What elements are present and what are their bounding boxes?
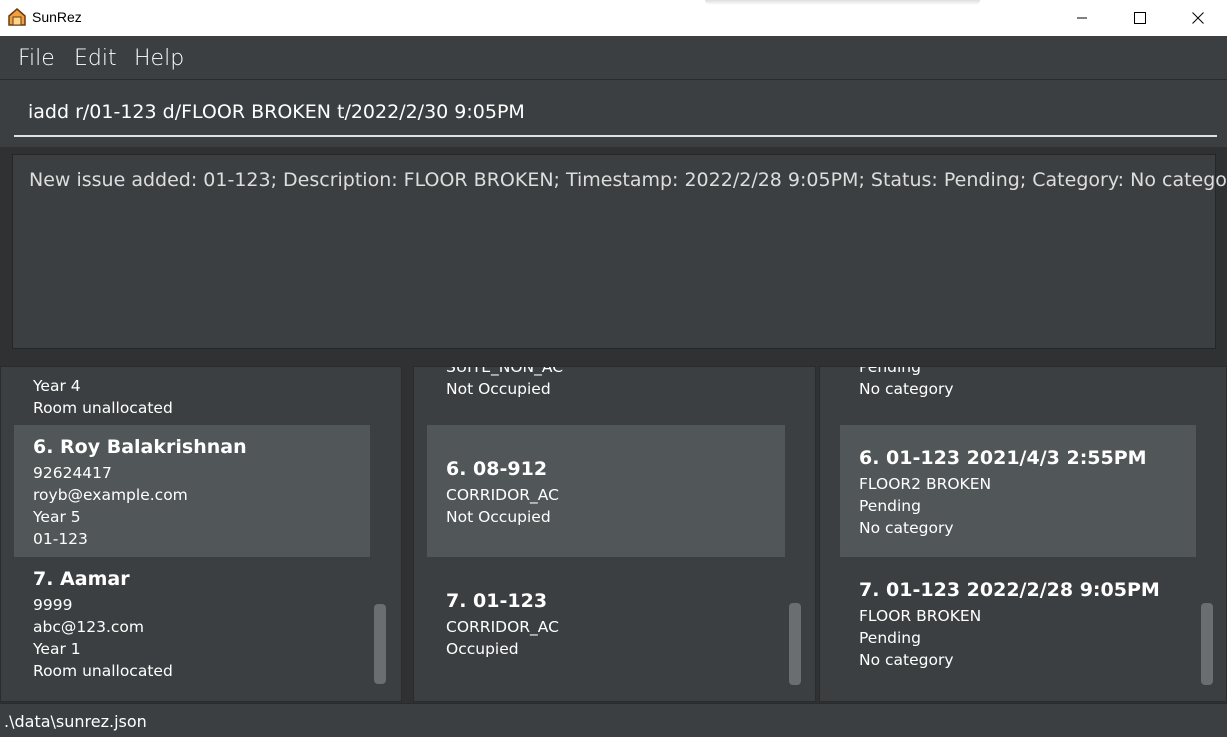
command-input[interactable] [14, 89, 1217, 137]
issue-status: Pending [859, 366, 921, 376]
room-status: Occupied [446, 640, 519, 658]
issue-category: No category [859, 519, 954, 537]
issue-description: FLOOR2 BROKEN [859, 475, 992, 493]
window-shadow [705, 0, 980, 5]
resident-name: 7. Aamar [33, 568, 130, 590]
resident-year: Year 4 [33, 377, 81, 395]
window-title: SunRez [32, 9, 82, 25]
issue-status: Pending [859, 629, 921, 647]
issue-scroll-thumb[interactable] [1201, 603, 1213, 685]
result-message: New issue added: 01-123; Description: FL… [29, 169, 1227, 191]
resident-email: royb@example.com [33, 486, 188, 504]
resident-list-panel[interactable]: Year 4 Room unallocated 6. Roy Balakrish… [0, 366, 402, 702]
title-bar: SunRez [0, 0, 1227, 36]
room-list-panel[interactable]: SUITE_NON_AC Not Occupied 6. 08-912 CORR… [413, 366, 816, 702]
result-display[interactable]: New issue added: 01-123; Description: FL… [12, 154, 1227, 349]
app-house-icon [8, 8, 26, 26]
list-item[interactable]: 6. 01-123 2021/4/3 2:55PM FLOOR2 BROKEN … [840, 425, 1196, 557]
close-button[interactable] [1169, 0, 1227, 36]
resident-year: Year 5 [33, 508, 81, 526]
issue-description: FLOOR BROKEN [859, 607, 982, 625]
resident-room: 01-123 [33, 530, 88, 548]
issue-status: Pending [859, 497, 921, 515]
issue-scrollbar[interactable] [1201, 367, 1213, 689]
close-icon [1192, 12, 1204, 24]
resident-room: Room unallocated [33, 662, 173, 680]
resident-phone: 92624417 [33, 464, 112, 482]
room-number: 6. 08-912 [446, 458, 548, 480]
command-box [0, 81, 1227, 147]
resident-name: 6. Roy Balakrishnan [33, 436, 247, 458]
menu-edit[interactable]: Edit [74, 46, 117, 71]
resident-scroll-thumb[interactable] [374, 604, 386, 684]
list-item[interactable]: SUITE_NON_AC Not Occupied [427, 366, 785, 425]
resident-scrollbar[interactable] [374, 367, 386, 689]
issue-title: 6. 01-123 2021/4/3 2:55PM [859, 447, 1147, 469]
room-status: Not Occupied [446, 508, 551, 526]
room-scroll-thumb[interactable] [789, 603, 801, 685]
list-item[interactable]: Pending No category [840, 366, 1196, 425]
resident-year: Year 1 [33, 640, 81, 658]
room-type: CORRIDOR_AC [446, 618, 559, 636]
resident-room: Room unallocated [33, 399, 173, 417]
menu-file[interactable]: File [18, 46, 55, 71]
maximize-button[interactable] [1111, 0, 1169, 36]
minimize-button[interactable] [1053, 0, 1111, 36]
list-item[interactable]: 7. 01-123 2022/2/28 9:05PM FLOOR BROKEN … [840, 557, 1196, 689]
room-type: CORRIDOR_AC [446, 486, 559, 504]
menu-bar: File Edit Help [0, 36, 1227, 80]
save-file-path: .\data\sunrez.json [4, 712, 147, 731]
maximize-icon [1134, 12, 1146, 24]
room-status: Not Occupied [446, 380, 551, 398]
issue-category: No category [859, 380, 954, 398]
minimize-icon [1077, 17, 1087, 19]
resident-phone: 9999 [33, 596, 73, 614]
list-item[interactable]: Year 4 Room unallocated [14, 367, 370, 425]
list-item[interactable]: 7. 01-123 CORRIDOR_AC Occupied [427, 557, 785, 689]
issue-category: No category [859, 651, 954, 669]
room-number: 7. 01-123 [446, 590, 548, 612]
list-item[interactable]: 6. 08-912 CORRIDOR_AC Not Occupied [427, 425, 785, 557]
status-bar: .\data\sunrez.json [0, 703, 1227, 737]
menu-help[interactable]: Help [134, 46, 184, 71]
list-item[interactable]: 6. Roy Balakrishnan 92624417 royb@exampl… [14, 425, 370, 557]
result-display-pane: New issue added: 01-123; Description: FL… [0, 147, 1227, 357]
issue-title: 7. 01-123 2022/2/28 9:05PM [859, 579, 1160, 601]
room-type: SUITE_NON_AC [446, 366, 564, 376]
room-scrollbar[interactable] [789, 367, 801, 689]
list-item[interactable]: 7. Aamar 9999 abc@123.com Year 1 Room un… [14, 557, 370, 689]
resident-email: abc@123.com [33, 618, 144, 636]
issue-list-panel[interactable]: Pending No category 6. 01-123 2021/4/3 2… [819, 366, 1227, 702]
